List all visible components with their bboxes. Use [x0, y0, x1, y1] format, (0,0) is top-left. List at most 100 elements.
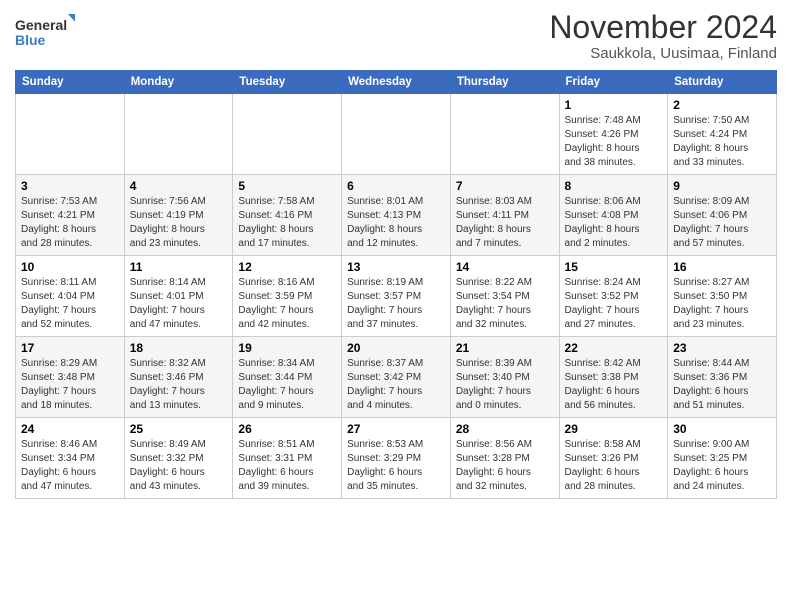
day-info: Sunrise: 8:37 AM Sunset: 3:42 PM Dayligh… — [347, 357, 445, 413]
day-info: Sunrise: 8:44 AM Sunset: 3:36 PM Dayligh… — [673, 357, 771, 413]
day-info: Sunrise: 8:06 AM Sunset: 4:08 PM Dayligh… — [565, 195, 663, 251]
day-number: 14 — [456, 260, 554, 274]
header-tuesday: Tuesday — [233, 71, 342, 94]
day-info: Sunrise: 7:48 AM Sunset: 4:26 PM Dayligh… — [565, 114, 663, 170]
day-number: 18 — [130, 341, 228, 355]
day-number: 15 — [565, 260, 663, 274]
day-info: Sunrise: 8:51 AM Sunset: 3:31 PM Dayligh… — [238, 438, 336, 494]
calendar-cell — [124, 94, 233, 175]
logo-svg: General Blue — [15, 14, 75, 50]
calendar-cell: 2 Sunrise: 7:50 AM Sunset: 4:24 PM Daylig… — [668, 94, 777, 175]
calendar-cell: 8 Sunrise: 8:06 AM Sunset: 4:08 PM Daylig… — [559, 175, 668, 256]
day-number: 11 — [130, 260, 228, 274]
day-info: Sunrise: 8:56 AM Sunset: 3:28 PM Dayligh… — [456, 438, 554, 494]
day-info: Sunrise: 8:53 AM Sunset: 3:29 PM Dayligh… — [347, 438, 445, 494]
day-info: Sunrise: 8:29 AM Sunset: 3:48 PM Dayligh… — [21, 357, 119, 413]
day-info: Sunrise: 8:49 AM Sunset: 3:32 PM Dayligh… — [130, 438, 228, 494]
calendar-cell: 9 Sunrise: 8:09 AM Sunset: 4:06 PM Daylig… — [668, 175, 777, 256]
calendar-cell: 20Sunrise: 8:37 AM Sunset: 3:42 PM Dayli… — [342, 337, 451, 418]
day-info: Sunrise: 8:14 AM Sunset: 4:01 PM Dayligh… — [130, 276, 228, 332]
day-info: Sunrise: 8:58 AM Sunset: 3:26 PM Dayligh… — [565, 438, 663, 494]
day-info: Sunrise: 8:19 AM Sunset: 3:57 PM Dayligh… — [347, 276, 445, 332]
calendar-cell: 3Sunrise: 7:53 AM Sunset: 4:21 PM Daylig… — [16, 175, 125, 256]
day-number: 30 — [673, 422, 771, 436]
day-number: 21 — [456, 341, 554, 355]
calendar-cell: 11 Sunrise: 8:14 AM Sunset: 4:01 PM Dayli… — [124, 256, 233, 337]
day-info: Sunrise: 8:39 AM Sunset: 3:40 PM Dayligh… — [456, 357, 554, 413]
day-number: 16 — [673, 260, 771, 274]
calendar-cell: 24 Sunrise: 8:46 AM Sunset: 3:34 PM Dayli… — [16, 418, 125, 499]
calendar-cell: 16 Sunrise: 8:27 AM Sunset: 3:50 PM Dayli… — [668, 256, 777, 337]
day-info: Sunrise: 7:58 AM Sunset: 4:16 PM Dayligh… — [238, 195, 336, 251]
header-wednesday: Wednesday — [342, 71, 451, 94]
week-row-0: 1 Sunrise: 7:48 AM Sunset: 4:26 PM Daylig… — [16, 94, 777, 175]
weekday-header-row: Sunday Monday Tuesday Wednesday Thursday… — [16, 71, 777, 94]
day-number: 6 — [347, 179, 445, 193]
calendar-cell: 7 Sunrise: 8:03 AM Sunset: 4:11 PM Daylig… — [450, 175, 559, 256]
calendar-subtitle: Saukkola, Uusimaa, Finland — [549, 45, 777, 62]
svg-text:Blue: Blue — [15, 32, 46, 48]
day-number: 24 — [21, 422, 119, 436]
day-info: Sunrise: 7:53 AM Sunset: 4:21 PM Dayligh… — [21, 195, 119, 251]
calendar-cell: 21 Sunrise: 8:39 AM Sunset: 3:40 PM Dayli… — [450, 337, 559, 418]
week-row-2: 10Sunrise: 8:11 AM Sunset: 4:04 PM Dayli… — [16, 256, 777, 337]
day-number: 23 — [673, 341, 771, 355]
day-number: 4 — [130, 179, 228, 193]
calendar-cell: 18 Sunrise: 8:32 AM Sunset: 3:46 PM Dayli… — [124, 337, 233, 418]
day-info: Sunrise: 9:00 AM Sunset: 3:25 PM Dayligh… — [673, 438, 771, 494]
header-monday: Monday — [124, 71, 233, 94]
day-number: 1 — [565, 98, 663, 112]
calendar-cell — [450, 94, 559, 175]
day-info: Sunrise: 8:27 AM Sunset: 3:50 PM Dayligh… — [673, 276, 771, 332]
week-row-3: 17 Sunrise: 8:29 AM Sunset: 3:48 PM Dayli… — [16, 337, 777, 418]
week-row-1: 3Sunrise: 7:53 AM Sunset: 4:21 PM Daylig… — [16, 175, 777, 256]
week-row-4: 24 Sunrise: 8:46 AM Sunset: 3:34 PM Dayli… — [16, 418, 777, 499]
day-number: 2 — [673, 98, 771, 112]
day-info: Sunrise: 7:56 AM Sunset: 4:19 PM Dayligh… — [130, 195, 228, 251]
calendar-cell: 17 Sunrise: 8:29 AM Sunset: 3:48 PM Dayli… — [16, 337, 125, 418]
day-number: 22 — [565, 341, 663, 355]
calendar-cell — [233, 94, 342, 175]
header-sunday: Sunday — [16, 71, 125, 94]
calendar-cell: 22 Sunrise: 8:42 AM Sunset: 3:38 PM Dayli… — [559, 337, 668, 418]
calendar-title: November 2024 — [549, 10, 777, 45]
calendar-cell: 6Sunrise: 8:01 AM Sunset: 4:13 PM Daylig… — [342, 175, 451, 256]
day-number: 13 — [347, 260, 445, 274]
header-friday: Friday — [559, 71, 668, 94]
calendar-cell: 27 Sunrise: 8:53 AM Sunset: 3:29 PM Dayli… — [342, 418, 451, 499]
day-info: Sunrise: 8:11 AM Sunset: 4:04 PM Dayligh… — [21, 276, 119, 332]
day-number: 5 — [238, 179, 336, 193]
calendar-cell: 23 Sunrise: 8:44 AM Sunset: 3:36 PM Dayli… — [668, 337, 777, 418]
calendar-cell: 5 Sunrise: 7:58 AM Sunset: 4:16 PM Daylig… — [233, 175, 342, 256]
logo: General Blue — [15, 14, 75, 50]
day-info: Sunrise: 7:50 AM Sunset: 4:24 PM Dayligh… — [673, 114, 771, 170]
page: General Blue November 2024 Saukkola, Uus… — [0, 0, 792, 612]
day-number: 9 — [673, 179, 771, 193]
calendar-cell: 28 Sunrise: 8:56 AM Sunset: 3:28 PM Dayli… — [450, 418, 559, 499]
calendar-cell: 30 Sunrise: 9:00 AM Sunset: 3:25 PM Dayli… — [668, 418, 777, 499]
day-info: Sunrise: 8:42 AM Sunset: 3:38 PM Dayligh… — [565, 357, 663, 413]
day-info: Sunrise: 8:22 AM Sunset: 3:54 PM Dayligh… — [456, 276, 554, 332]
day-number: 26 — [238, 422, 336, 436]
day-info: Sunrise: 8:24 AM Sunset: 3:52 PM Dayligh… — [565, 276, 663, 332]
day-number: 7 — [456, 179, 554, 193]
day-number: 28 — [456, 422, 554, 436]
day-info: Sunrise: 8:46 AM Sunset: 3:34 PM Dayligh… — [21, 438, 119, 494]
calendar-cell: 14 Sunrise: 8:22 AM Sunset: 3:54 PM Dayli… — [450, 256, 559, 337]
day-number: 25 — [130, 422, 228, 436]
day-info: Sunrise: 8:34 AM Sunset: 3:44 PM Dayligh… — [238, 357, 336, 413]
day-info: Sunrise: 8:03 AM Sunset: 4:11 PM Dayligh… — [456, 195, 554, 251]
calendar-cell: 29Sunrise: 8:58 AM Sunset: 3:26 PM Dayli… — [559, 418, 668, 499]
day-number: 8 — [565, 179, 663, 193]
day-number: 17 — [21, 341, 119, 355]
header-thursday: Thursday — [450, 71, 559, 94]
day-info: Sunrise: 8:32 AM Sunset: 3:46 PM Dayligh… — [130, 357, 228, 413]
calendar-cell: 1 Sunrise: 7:48 AM Sunset: 4:26 PM Daylig… — [559, 94, 668, 175]
calendar-cell: 4 Sunrise: 7:56 AM Sunset: 4:19 PM Daylig… — [124, 175, 233, 256]
day-info: Sunrise: 8:09 AM Sunset: 4:06 PM Dayligh… — [673, 195, 771, 251]
day-number: 19 — [238, 341, 336, 355]
calendar-cell: 25 Sunrise: 8:49 AM Sunset: 3:32 PM Dayli… — [124, 418, 233, 499]
title-block: November 2024 Saukkola, Uusimaa, Finland — [549, 10, 777, 62]
calendar-cell: 10Sunrise: 8:11 AM Sunset: 4:04 PM Dayli… — [16, 256, 125, 337]
day-number: 27 — [347, 422, 445, 436]
